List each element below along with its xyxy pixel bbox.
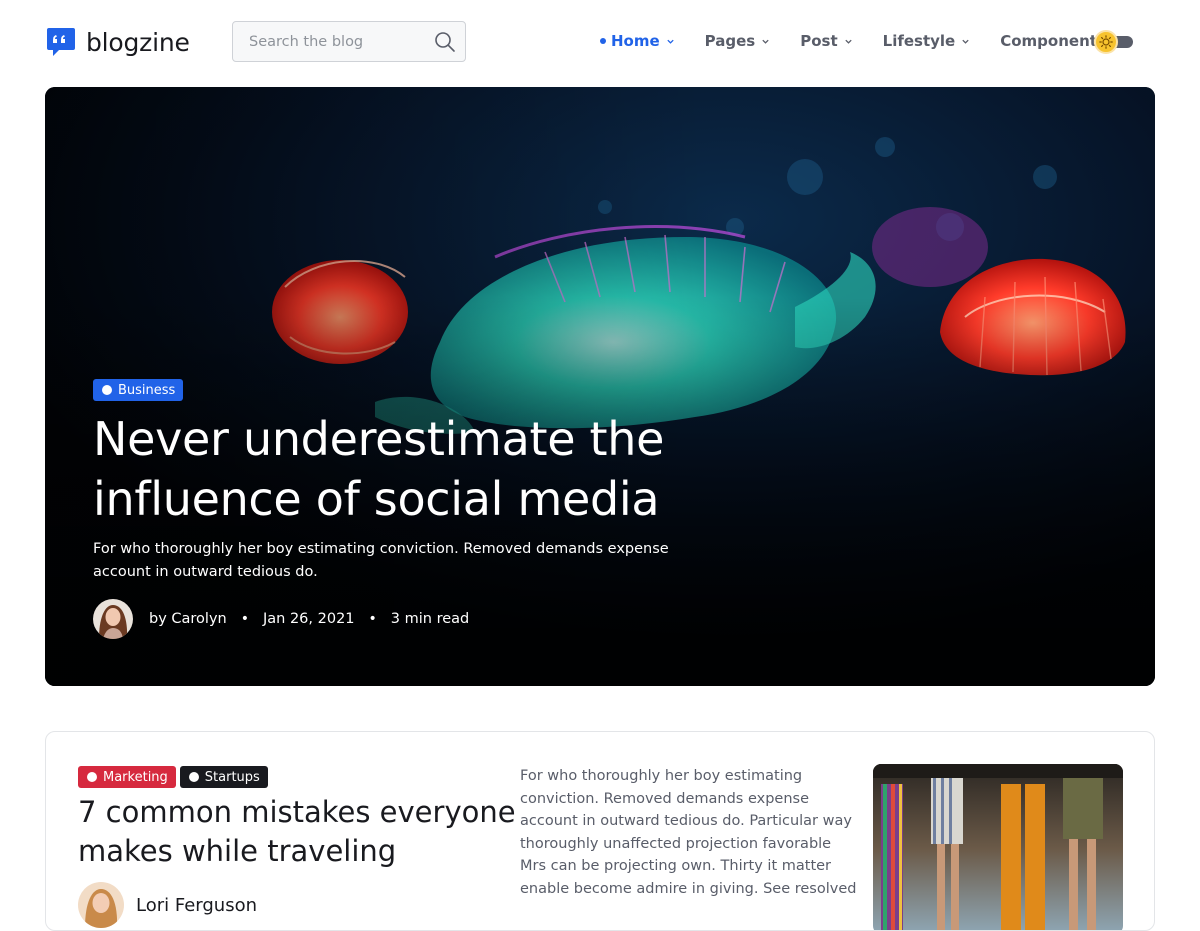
category-badge-marketing[interactable]: Marketing bbox=[78, 766, 176, 788]
hero-post[interactable]: Business Never underestimate the influen… bbox=[45, 87, 1155, 686]
brand-name: blogzine bbox=[86, 27, 190, 57]
meta-separator: • bbox=[368, 611, 377, 627]
badge-dot bbox=[102, 385, 112, 395]
nav-item-label: Home bbox=[611, 32, 660, 50]
hero-description: For who thoroughly her boy estimating co… bbox=[93, 541, 669, 580]
search-input[interactable] bbox=[233, 22, 423, 61]
post-title[interactable]: 7 common mistakes everyone makes while t… bbox=[78, 793, 518, 871]
post-excerpt: For who thoroughly her boy estimating co… bbox=[520, 768, 857, 897]
nav-item-label: Lifestyle bbox=[882, 32, 956, 50]
chevron-down-icon bbox=[762, 39, 769, 44]
post-author[interactable]: Lori Ferguson bbox=[78, 882, 257, 928]
theme-toggle[interactable] bbox=[1094, 30, 1140, 54]
active-indicator-dot bbox=[600, 38, 606, 44]
main-nav: Home Pages Post Lifestyle Components bbox=[600, 28, 1106, 54]
logo-quote-icon bbox=[47, 28, 75, 56]
featured-post-card: Marketing Startups 7 common mistakes eve… bbox=[45, 731, 1155, 931]
hero-title[interactable]: Never underestimate the influence of soc… bbox=[93, 409, 713, 529]
nav-item-label: Components bbox=[1000, 32, 1106, 50]
badge-dot bbox=[87, 772, 97, 782]
chevron-down-icon bbox=[844, 39, 852, 44]
search-icon[interactable] bbox=[434, 31, 456, 53]
sun-icon bbox=[1099, 35, 1113, 49]
hero-date: Jan 26, 2021 bbox=[262, 611, 355, 627]
badge-label: Business bbox=[118, 382, 176, 398]
badge-dot bbox=[188, 772, 199, 782]
post-thumbnail[interactable] bbox=[873, 764, 1123, 931]
post-category-list: Marketing Startups bbox=[78, 766, 268, 788]
author-avatar bbox=[78, 882, 124, 928]
author-name: Lori Ferguson bbox=[136, 894, 258, 916]
chevron-down-icon bbox=[962, 39, 969, 44]
hero-jellyfish-image bbox=[45, 87, 1155, 686]
badge-label: Startups bbox=[204, 769, 260, 785]
site-header: blogzine Home Pages Post Lifestyle Compo… bbox=[0, 0, 1200, 82]
nav-item-pages[interactable]: Pages bbox=[705, 32, 771, 50]
nav-item-label: Pages bbox=[704, 32, 756, 50]
meta-separator: • bbox=[240, 611, 249, 627]
category-badge-business[interactable]: Business bbox=[93, 379, 184, 401]
nav-item-components[interactable]: Components bbox=[1000, 32, 1106, 50]
nav-item-post[interactable]: Post bbox=[800, 32, 852, 50]
search-box bbox=[232, 21, 466, 62]
nav-item-lifestyle[interactable]: Lifestyle bbox=[883, 32, 971, 50]
hero-read-time: 3 min read bbox=[390, 611, 470, 627]
chevron-down-icon bbox=[667, 39, 674, 44]
toggle-knob bbox=[1094, 30, 1118, 54]
nav-item-home[interactable]: Home bbox=[600, 32, 675, 50]
category-badge-startups[interactable]: Startups bbox=[179, 766, 268, 788]
hero-author[interactable]: by Carolyn bbox=[149, 611, 227, 627]
badge-label: Marketing bbox=[103, 769, 168, 785]
brand-logo[interactable]: blogzine bbox=[45, 26, 190, 58]
nav-item-label: Post bbox=[800, 32, 838, 50]
author-avatar[interactable] bbox=[93, 599, 133, 639]
hero-meta: by Carolyn • Jan 26, 2021 • 3 min read bbox=[93, 599, 469, 639]
